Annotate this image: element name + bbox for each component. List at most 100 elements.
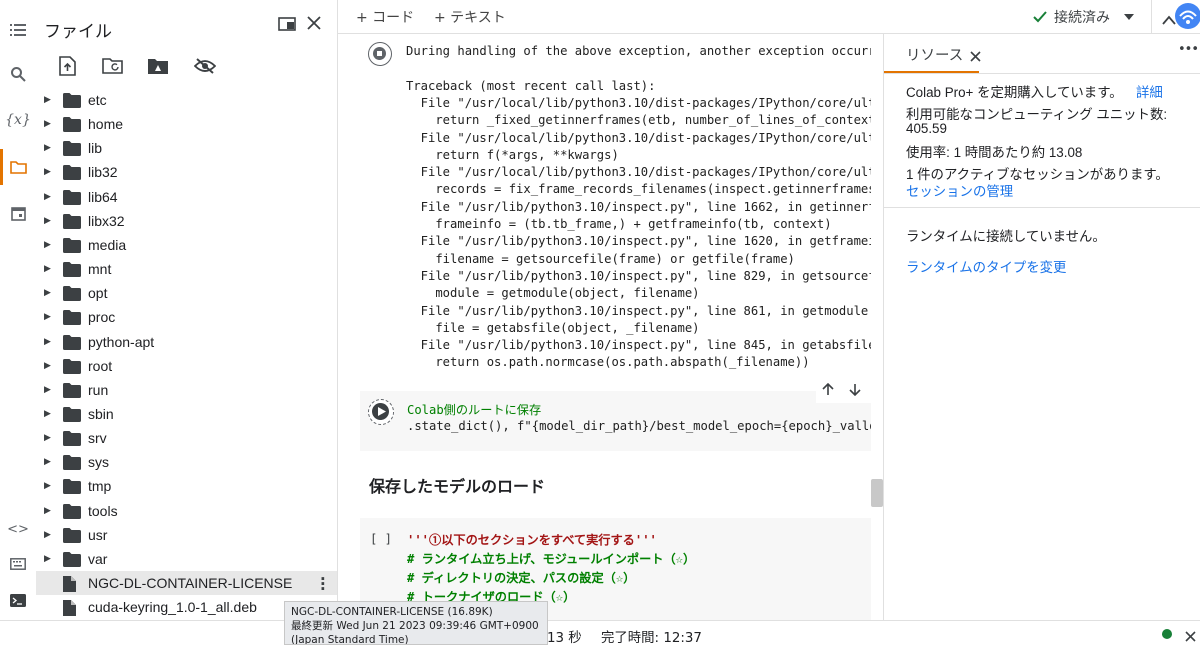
- move-down-icon[interactable]: [849, 383, 861, 396]
- refresh-folder-icon[interactable]: [100, 53, 126, 79]
- folder-item[interactable]: ▶ srv: [36, 426, 337, 450]
- variables-icon[interactable]: {x}: [0, 102, 36, 138]
- folder-item[interactable]: ▶ tools: [36, 499, 337, 523]
- more-options-icon[interactable]: •••: [1178, 42, 1199, 57]
- folder-item[interactable]: ▶ tmp: [36, 474, 337, 498]
- close-icon[interactable]: [1185, 627, 1196, 645]
- close-icon[interactable]: [970, 47, 981, 66]
- file-name: proc: [88, 309, 116, 326]
- file-name: lib32: [88, 164, 118, 181]
- traceback-line: File "/usr/lib/python3.10/inspect.py", l…: [406, 303, 869, 318]
- expand-arrow-icon[interactable]: ▶: [44, 167, 51, 177]
- expand-arrow-icon[interactable]: ▶: [44, 288, 51, 298]
- folder-item[interactable]: ▶ python-apt: [36, 330, 337, 354]
- change-runtime-link[interactable]: ランタイムのタイプを変更: [906, 256, 1066, 276]
- expand-arrow-icon[interactable]: ▶: [44, 481, 51, 491]
- folder-item[interactable]: ▶ libx32: [36, 209, 337, 233]
- file-name: mnt: [88, 261, 112, 278]
- expand-arrow-icon[interactable]: ▶: [44, 385, 51, 395]
- folder-icon: [63, 286, 81, 305]
- file-panel: ファイル ▶ etc ▶ home ▶ lib ▶ lib32 ▶ lib64 ▶ libx32 ▶ me…: [36, 0, 338, 620]
- expand-arrow-icon[interactable]: ▶: [44, 409, 51, 419]
- panel-window-icon[interactable]: [278, 16, 296, 35]
- avatar[interactable]: [1175, 3, 1200, 29]
- expand-arrow-icon[interactable]: ▶: [44, 554, 51, 564]
- scrollbar[interactable]: [871, 479, 883, 507]
- folder-item[interactable]: ▶ lib: [36, 136, 337, 160]
- expand-arrow-icon[interactable]: ▶: [44, 337, 51, 347]
- traceback-line: frameinfo = (tb.tb_frame,) + getframeinf…: [406, 217, 832, 231]
- tab-divider: [884, 73, 1200, 74]
- drive-folder-icon[interactable]: [145, 53, 171, 79]
- connection-status-button[interactable]: 接続済み: [1032, 7, 1134, 27]
- expand-arrow-icon[interactable]: ▶: [44, 361, 51, 371]
- traceback-line: File "/usr/lib/python3.10/inspect.py", l…: [406, 268, 871, 283]
- expand-arrow-icon[interactable]: ▶: [44, 457, 51, 467]
- file-name: tools: [88, 502, 118, 519]
- folder-item[interactable]: ▶ lib64: [36, 185, 337, 209]
- expand-arrow-icon[interactable]: ▶: [44, 95, 51, 105]
- tooltip-line: (Japan Standard Time): [291, 634, 409, 645]
- folder-item[interactable]: ▶ home: [36, 112, 337, 136]
- expand-arrow-icon[interactable]: ▶: [44, 530, 51, 540]
- folder-item[interactable]: ▶ proc: [36, 305, 337, 329]
- subscription-text: Colab Pro+ を定期購入しています。: [906, 85, 1123, 100]
- notebook-area: During handling of the above exception, …: [338, 34, 883, 620]
- manage-sessions-link[interactable]: セッションの管理: [906, 180, 1013, 200]
- traceback-line: File "/usr/local/lib/python3.10/dist-pac…: [406, 95, 871, 110]
- folder-icon: [63, 93, 81, 112]
- tab-resources[interactable]: リソース: [906, 44, 963, 65]
- traceback-line: File "/usr/local/lib/python3.10/dist-pac…: [406, 130, 871, 145]
- details-link[interactable]: 詳細: [1136, 81, 1163, 101]
- file-item[interactable]: NGC-DL-CONTAINER-LICENSE: [36, 571, 337, 595]
- expand-arrow-icon[interactable]: ▶: [44, 312, 51, 322]
- folder-item[interactable]: ▶ var: [36, 547, 337, 571]
- close-icon[interactable]: [306, 15, 322, 35]
- code-cell-editor[interactable]: Colab側のルートに保存 .state_dict(), f"{model_di…: [360, 391, 871, 451]
- add-code-button[interactable]: + コード: [356, 7, 414, 27]
- traceback-line: module = getmodule(object, filename): [406, 286, 700, 301]
- folder-item[interactable]: ▶ root: [36, 354, 337, 378]
- folder-item[interactable]: ▶ etc: [36, 88, 337, 112]
- folder-item[interactable]: ▶ opt: [36, 281, 337, 305]
- cell-execution-count: [ ]: [370, 532, 393, 546]
- folder-item[interactable]: ▶ mnt: [36, 257, 337, 281]
- file-name: sbin: [88, 405, 114, 422]
- traceback-line: File "/usr/lib/python3.10/inspect.py", l…: [406, 338, 871, 353]
- expand-arrow-icon[interactable]: ▶: [44, 264, 51, 274]
- file-icon: [63, 600, 76, 620]
- folder-item[interactable]: ▶ lib32: [36, 160, 337, 184]
- calendar-icon[interactable]: [0, 195, 36, 231]
- more-options-icon[interactable]: · · ·: [320, 572, 326, 597]
- folder-item[interactable]: ▶ run: [36, 378, 337, 402]
- chevron-up-icon[interactable]: [1162, 10, 1176, 29]
- upload-icon[interactable]: [54, 53, 80, 79]
- file-name: srv: [88, 430, 107, 447]
- traceback-line: File "/usr/lib/python3.10/inspect.py", l…: [406, 234, 871, 249]
- folder-icon: [63, 431, 81, 450]
- expand-arrow-icon[interactable]: ▶: [44, 192, 51, 202]
- add-text-button[interactable]: + テキスト: [434, 7, 506, 27]
- terminal-icon[interactable]: [0, 582, 36, 618]
- hide-files-icon[interactable]: [192, 53, 218, 79]
- expand-arrow-icon[interactable]: ▶: [44, 143, 51, 153]
- folder-item[interactable]: ▶ sbin: [36, 402, 337, 426]
- menu-icon[interactable]: [0, 12, 36, 48]
- folder-item[interactable]: ▶ sys: [36, 450, 337, 474]
- expand-arrow-icon[interactable]: ▶: [44, 506, 51, 516]
- chevron-down-icon: [1124, 14, 1134, 20]
- tooltip-line: 最終更新 Wed Jun 21 2023 09:39:46 GMT+0900: [291, 620, 539, 632]
- units-value: 405.59: [906, 121, 947, 136]
- expand-arrow-icon[interactable]: ▶: [44, 216, 51, 226]
- expand-arrow-icon[interactable]: ▶: [44, 433, 51, 443]
- files-icon[interactable]: [0, 149, 36, 185]
- command-palette-icon[interactable]: [0, 546, 36, 582]
- folder-item[interactable]: ▶ media: [36, 233, 337, 257]
- code-snippets-icon[interactable]: <>: [0, 511, 36, 547]
- expand-arrow-icon[interactable]: ▶: [44, 240, 51, 250]
- expand-arrow-icon[interactable]: ▶: [44, 119, 51, 129]
- folder-icon: [63, 358, 81, 378]
- folder-item[interactable]: ▶ usr: [36, 523, 337, 547]
- search-icon[interactable]: [0, 56, 36, 92]
- move-up-icon[interactable]: [822, 383, 834, 396]
